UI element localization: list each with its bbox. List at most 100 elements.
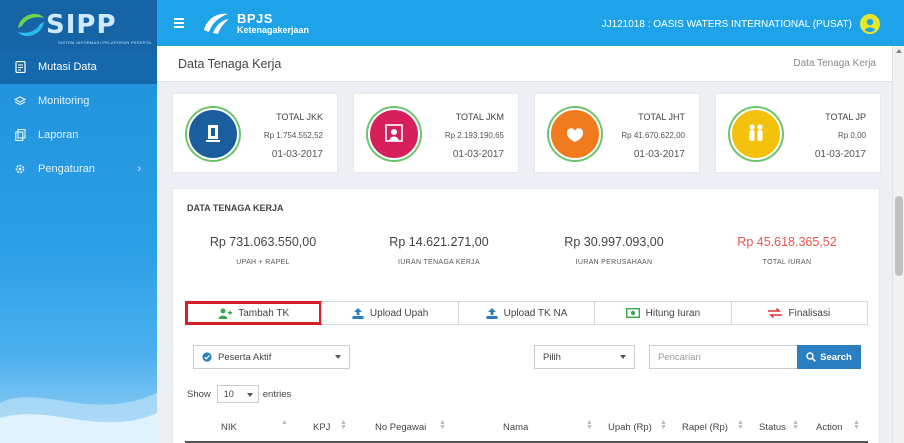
upload-upah-button[interactable]: Upload Upah [321, 302, 458, 324]
entries-value: 10 [223, 389, 234, 399]
entries-select[interactable]: 10 [216, 385, 259, 403]
upload-tk-na-button[interactable]: Upload TK NA [457, 302, 595, 324]
pilih-select[interactable]: Pilih [534, 345, 635, 369]
button-label: Upload Upah [369, 307, 429, 319]
sidebar-item-label: Monitoring [38, 95, 90, 107]
button-label: Tambah TK [238, 307, 290, 319]
page-title: Data Tenaga Kerja [178, 56, 282, 71]
card-value: Rp 2.193.190,65 [444, 131, 504, 140]
sidebar-item-label: Laporan [38, 129, 79, 141]
sort-icon[interactable]: ▲ ▼ [439, 419, 446, 431]
sidebar-item-mutasi-data[interactable]: Mutasi Data [0, 50, 157, 84]
copy-icon [14, 129, 26, 141]
search-button[interactable]: Search [797, 345, 861, 369]
sort-icon[interactable]: ▲ [281, 419, 288, 426]
column-header-status[interactable]: Status [759, 422, 786, 433]
sort-icon[interactable]: ▲ ▼ [340, 419, 347, 431]
logo-subtitle: SISTEM INFORMASI PELAPORAN PESERTA [58, 40, 152, 45]
card-date: 01-03-2017 [633, 149, 685, 160]
button-label: Finalisasi [788, 307, 831, 319]
pilih-value: Pilih [543, 351, 561, 363]
check-circle-icon [202, 352, 212, 362]
search-icon [806, 352, 817, 362]
column-header-kpj[interactable]: KPJ [313, 422, 330, 433]
sipp-logo-icon [18, 13, 44, 37]
panel-heading: DATA TENAGA KERJA [187, 203, 284, 213]
vertical-scrollbar[interactable] [892, 46, 904, 443]
sort-icon[interactable]: ▲ ▼ [586, 419, 593, 431]
column-header-upah[interactable]: Upah (Rp) [608, 422, 652, 433]
sort-icon[interactable]: ▲ ▼ [660, 419, 667, 431]
status-filter-select[interactable]: Peserta Aktif [193, 345, 350, 369]
finalisasi-button[interactable]: Finalisasi [730, 302, 868, 324]
card-title: TOTAL JHT [638, 112, 685, 122]
stat-upah-rapel: Rp 731.063.550,00 UPAH + RAPEL [173, 235, 353, 266]
scroll-up-icon[interactable] [896, 49, 902, 53]
table-header: NIK ▲ KPJ ▲ ▼ No Pegawai ▲ ▼ Nama ▲ ▼ Upah … [185, 415, 868, 443]
stat-label: TOTAL IURAN [762, 259, 812, 266]
sort-icon[interactable]: ▲ ▼ [737, 419, 744, 431]
show-label: Show [187, 388, 211, 400]
document-icon [14, 61, 26, 73]
scrollbar-thumb[interactable] [895, 196, 903, 276]
stat-value: Rp 14.621.271,00 [389, 235, 489, 249]
caret-down-icon [620, 355, 626, 359]
sidebar-item-laporan[interactable]: Laporan [0, 118, 157, 152]
stat-iuran-tenaga-kerja: Rp 14.621.271,00 IURAN TENAGA KERJA [349, 235, 529, 266]
column-header-rapel[interactable]: Rapel (Rp) [682, 422, 728, 433]
search-placeholder: Pencarian [658, 351, 701, 363]
upload-icon [486, 307, 498, 319]
user-menu[interactable]: JJ121018 : OASIS WATERS INTERNATIONAL (P… [602, 14, 880, 34]
stat-label: UPAH + RAPEL [236, 259, 290, 266]
card-total-jkm: TOTAL JKM Rp 2.193.190,65 01-03-2017 [353, 93, 519, 173]
hitung-iuran-button[interactable]: Hitung Iuran [594, 302, 731, 324]
jkk-icon [187, 108, 239, 160]
search-input[interactable]: Pencarian [649, 345, 799, 369]
column-header-action[interactable]: Action [816, 422, 842, 433]
filters-row: Peserta Aktif Pilih Pencarian Search [193, 345, 863, 369]
sidebar-item-monitoring[interactable]: Monitoring [0, 84, 157, 118]
search-button-label: Search [820, 351, 852, 363]
stat-value: Rp 731.063.550,00 [209, 235, 317, 249]
breadcrumb[interactable]: Data Tenaga Kerja [793, 58, 876, 69]
jht-icon [549, 108, 601, 160]
card-date: 01-03-2017 [452, 149, 504, 160]
page-titlebar: Data Tenaga Kerja Data Tenaga Kerja [157, 46, 892, 82]
sort-icon[interactable]: ▲ ▼ [853, 419, 860, 431]
card-title: TOTAL JP [825, 112, 866, 122]
card-title: TOTAL JKM [455, 112, 504, 122]
brand-line1: BPJS [237, 10, 273, 26]
card-total-jkk: TOTAL JKK Rp 1.754.552,52 01-03-2017 [172, 93, 338, 173]
menu-toggle-icon[interactable] [174, 16, 184, 30]
bpjs-brand: BPJS Ketenagakerjaan [201, 10, 309, 36]
add-user-icon [218, 308, 233, 319]
card-total-jht: TOTAL JHT Rp 41.670.622,00 01-03-2017 [534, 93, 700, 173]
column-header-nik[interactable]: NIK [221, 422, 237, 433]
stat-label: IURAN TENAGA KERJA [398, 259, 480, 266]
status-filter-value: Peserta Aktif [218, 351, 272, 363]
sidebar: SIPP SISTEM INFORMASI PELAPORAN PESERTA … [0, 0, 157, 443]
sidebar-logo[interactable]: SIPP SISTEM INFORMASI PELAPORAN PESERTA [0, 0, 157, 50]
gear-icon [14, 163, 26, 175]
user-avatar-icon[interactable] [860, 14, 880, 34]
column-header-nama[interactable]: Nama [503, 422, 528, 433]
caret-down-icon [246, 393, 253, 397]
summary-cards: TOTAL JKK Rp 1.754.552,52 01-03-2017 TOT… [172, 93, 881, 173]
entries-length-control: Show 10 entries [187, 385, 291, 403]
entries-label: entries [262, 388, 292, 400]
sidebar-item-label: Mutasi Data [38, 61, 97, 73]
data-tenaga-kerja-panel: DATA TENAGA KERJA Rp 731.063.550,00 UPAH… [172, 188, 880, 443]
stat-iuran-perusahaan: Rp 30.997.093,00 IURAN PERUSAHAAN [524, 235, 704, 266]
tambah-tk-button[interactable]: Tambah TK [184, 301, 323, 325]
sidebar-item-label: Pengaturan [38, 163, 95, 175]
upload-icon [352, 307, 364, 319]
sort-icon[interactable]: ▲ ▼ [792, 419, 799, 431]
card-title: TOTAL JKK [276, 112, 323, 122]
stat-value: Rp 30.997.093,00 [564, 235, 664, 249]
main-content: Data Tenaga Kerja Data Tenaga Kerja TOTA… [157, 46, 892, 443]
sidebar-item-pengaturan[interactable]: Pengaturan › [0, 152, 157, 186]
card-date: 01-03-2017 [814, 149, 866, 160]
caret-down-icon [335, 355, 341, 359]
column-header-no-pegawai[interactable]: No Pegawai [375, 422, 426, 433]
button-label: Hitung Iuran [645, 307, 701, 319]
